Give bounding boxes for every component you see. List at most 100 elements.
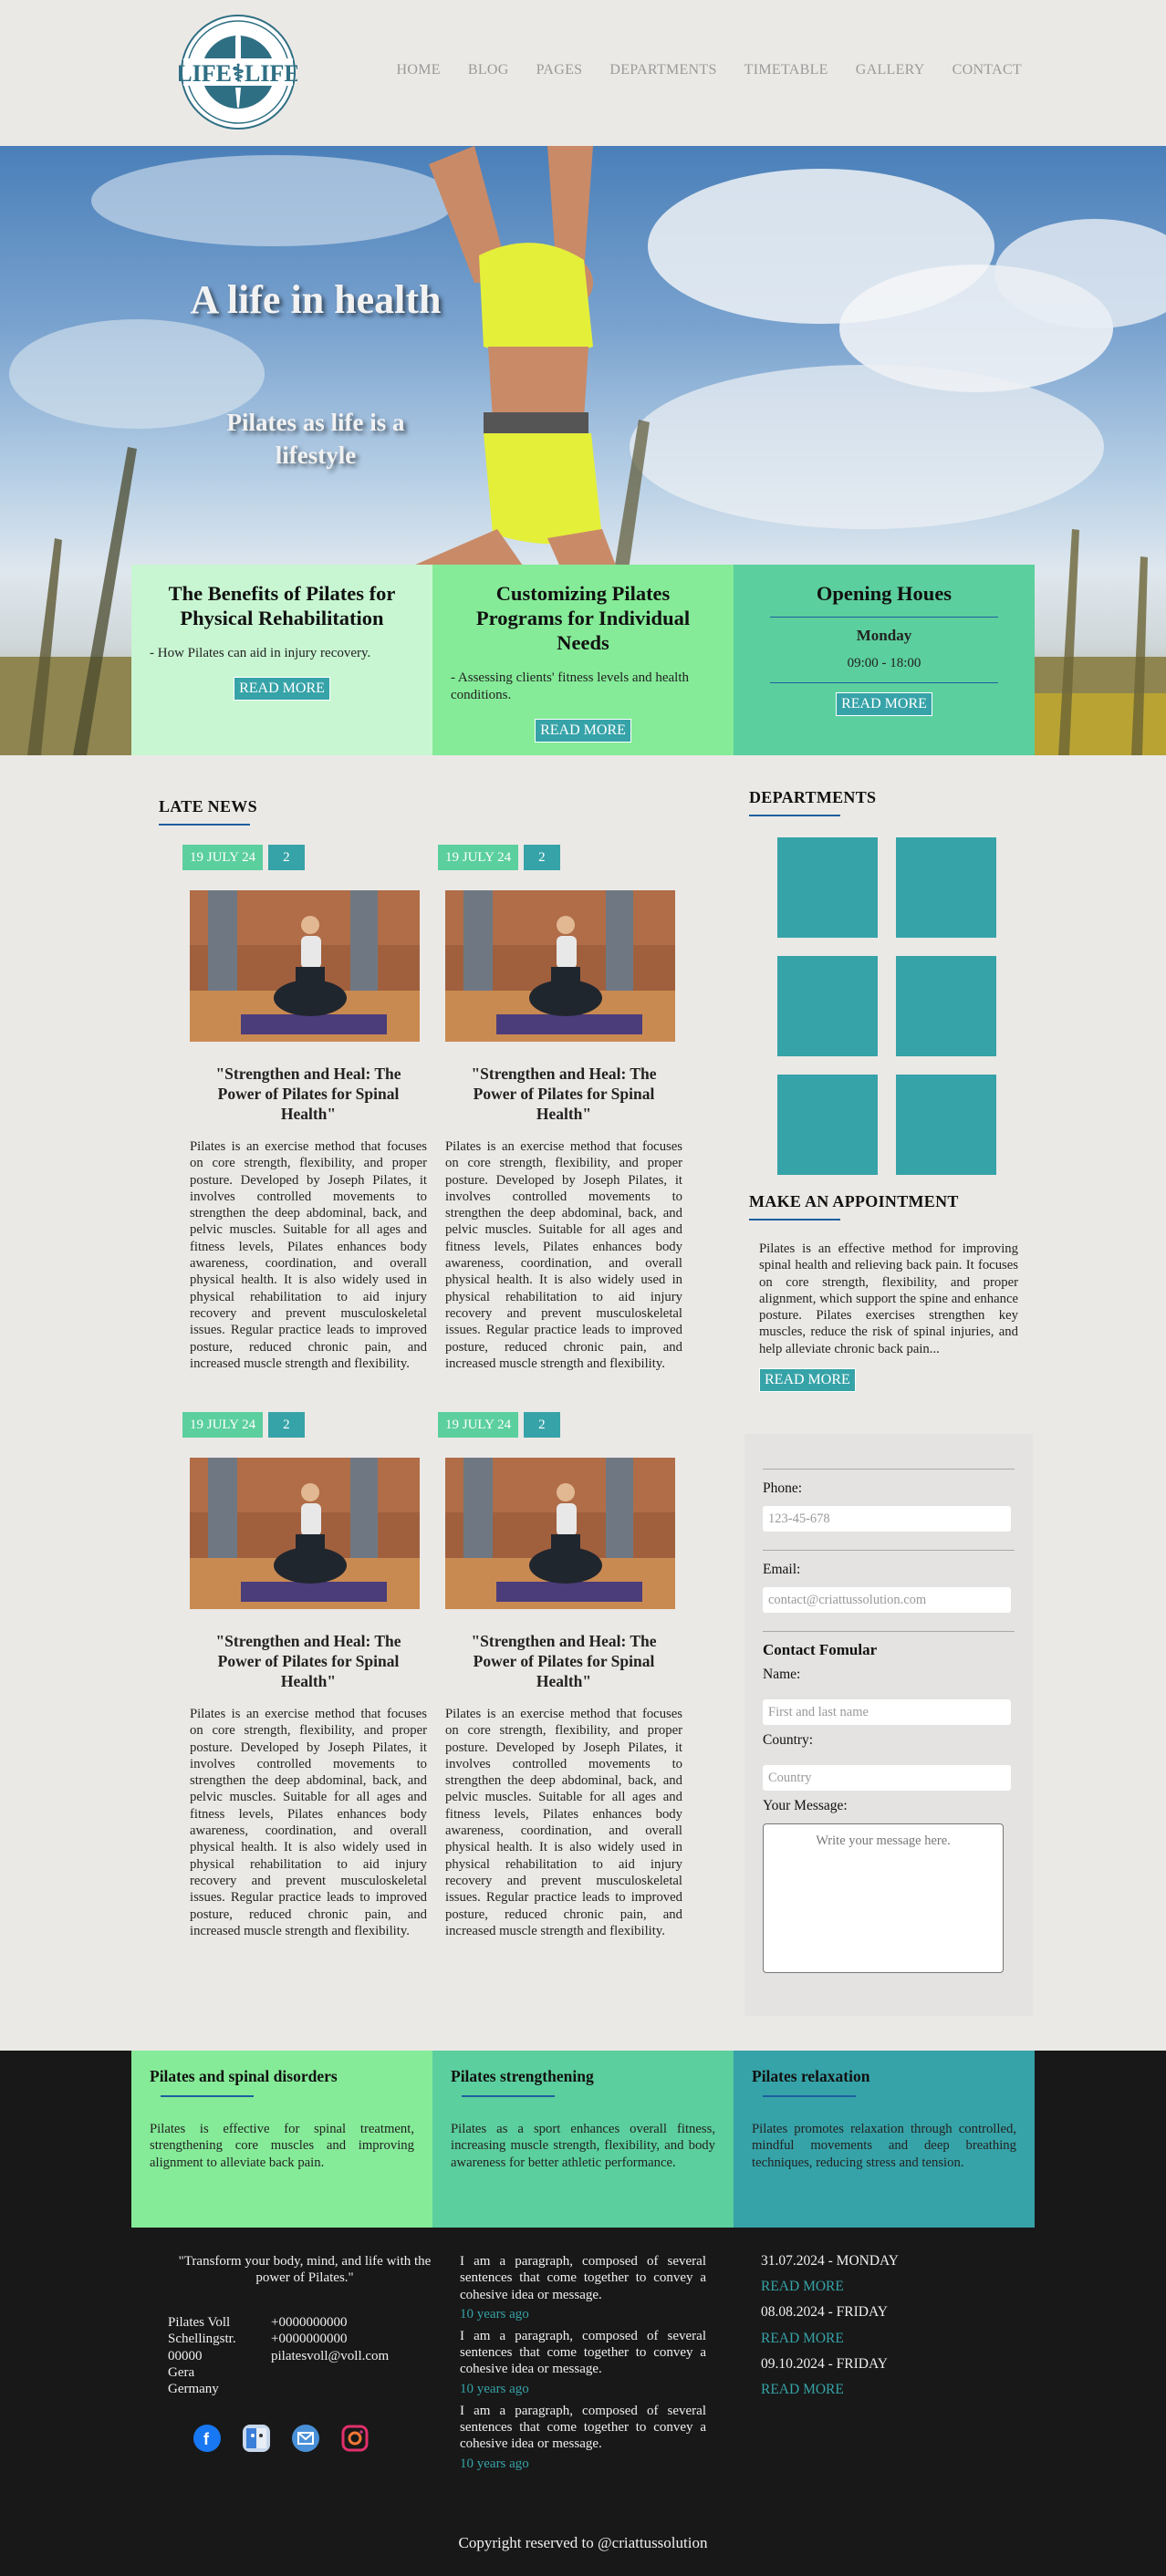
event-date: 08.08.2024 - FRIDAY: [761, 2304, 888, 2321]
event-read-more-link[interactable]: READ MORE: [761, 2279, 998, 2295]
event-read-more-link[interactable]: READ MORE: [761, 2382, 998, 2398]
news-card: 19 JULY 24 2 "Strengthen and Heal: The P…: [438, 1412, 682, 1939]
address-line: 00000: [168, 2348, 203, 2363]
footer-address: Pilates Voll Schellingstr. 00000 Gera Ge…: [168, 2314, 259, 2397]
address-line: Schellingstr.: [168, 2332, 236, 2347]
name-input[interactable]: First and last name: [763, 1699, 1011, 1725]
read-more-button[interactable]: READ MORE: [234, 677, 330, 701]
phone-input[interactable]: 123-45-678: [763, 1506, 1011, 1532]
message-label: Your Message:: [763, 1798, 848, 1813]
feature-title[interactable]: Pilates strengthening: [451, 2067, 715, 2086]
news-comment-count[interactable]: 2: [524, 1412, 560, 1438]
department-tile[interactable]: [777, 1075, 878, 1175]
name-label: Name:: [763, 1667, 801, 1682]
news-comment-count[interactable]: 2: [268, 1412, 305, 1438]
feature-box: Pilates and spinal disorders Pilates is …: [131, 2051, 432, 2228]
department-tile[interactable]: [777, 956, 878, 1056]
life-in-life-logo[interactable]: LIFE⚕LIFE: [176, 15, 300, 130]
phone-number[interactable]: +0000000000: [271, 2331, 435, 2347]
news-section-title: LATE NEWS: [159, 797, 257, 815]
news-body: Pilates is an exercise method that focus…: [190, 1139, 427, 1371]
footer-post-time[interactable]: 10 years ago: [460, 2307, 706, 2322]
news-card: 19 JULY 24 2 "Strengthen and Heal: The P…: [182, 845, 427, 1372]
event-read-more-link[interactable]: READ MORE: [761, 2331, 998, 2347]
nav-pages[interactable]: PAGES: [536, 62, 583, 78]
country-input[interactable]: Country: [763, 1765, 1011, 1791]
info-box-opening-hours: Opening Houes Monday 09:00 - 18:00 READ …: [734, 565, 1035, 755]
info-box-programs: Customizing Pilates Programs for Individ…: [432, 565, 734, 755]
message-textarea[interactable]: Write your message here.: [763, 1823, 1004, 1973]
instagram-icon[interactable]: [341, 2425, 369, 2452]
news-date-badge[interactable]: 19 JULY 24: [182, 845, 264, 870]
divider: [763, 1550, 1015, 1551]
contact-form-title: Contact Fomular: [763, 1641, 878, 1658]
finder-icon[interactable]: [243, 2425, 270, 2452]
news-photo[interactable]: [445, 1458, 675, 1609]
facebook-icon[interactable]: f: [193, 2425, 221, 2452]
news-meta: 19 JULY 24 2: [182, 845, 427, 870]
news-card: 19 JULY 24 2 "Strengthen and Heal: The P…: [182, 1412, 427, 1939]
nav-blog[interactable]: BLOG: [468, 62, 509, 78]
title-underline: [749, 815, 840, 816]
info-box-text: - Assessing clients' fitness levels and …: [451, 670, 689, 702]
news-meta: 19 JULY 24 2: [182, 1412, 427, 1438]
news-title[interactable]: "Strengthen and Heal: The Power of Pilat…: [445, 1631, 682, 1691]
svg-text:f: f: [203, 2430, 210, 2448]
feature-title[interactable]: Pilates and spinal disorders: [150, 2067, 414, 2086]
news-meta: 19 JULY 24 2: [438, 1412, 682, 1438]
email-label: Email:: [763, 1562, 801, 1577]
divider: [770, 617, 998, 618]
contact-form: Phone: 123-45-678 Email: contact@criattu…: [744, 1434, 1033, 2016]
footer-post-time[interactable]: 10 years ago: [460, 2457, 706, 2472]
news-date-badge[interactable]: 19 JULY 24: [182, 1412, 264, 1438]
nav-departments[interactable]: DEPARTMENTS: [609, 62, 716, 78]
title-underline: [749, 1219, 840, 1220]
footer-events: 31.07.2024 - MONDAY READ MORE 08.08.2024…: [761, 2253, 998, 2398]
nav-contact[interactable]: CONTACT: [953, 62, 1022, 78]
news-comment-count[interactable]: 2: [268, 845, 305, 870]
news-card: 19 JULY 24 2 "Strengthen and Heal: The P…: [438, 845, 682, 1372]
nav-home[interactable]: HOME: [397, 62, 441, 78]
read-more-button[interactable]: READ MORE: [535, 719, 631, 743]
email-input[interactable]: contact@criattussolution.com: [763, 1587, 1011, 1613]
news-photo[interactable]: [445, 890, 675, 1042]
country-label: Country:: [763, 1732, 814, 1748]
copyright-text: Copyright reserved to @criattussolution: [458, 2534, 708, 2551]
mail-icon[interactable]: [292, 2425, 319, 2452]
footer-posts: I am a paragraph, composed of several se…: [460, 2253, 706, 2472]
read-more-button[interactable]: READ MORE: [759, 1368, 856, 1393]
hero-subtitle: Pilates as life is a lifestyle: [226, 409, 405, 469]
news-date-badge[interactable]: 19 JULY 24: [438, 845, 519, 870]
feature-title[interactable]: Pilates relaxation: [752, 2067, 1016, 2086]
nav-timetable[interactable]: TIMETABLE: [744, 62, 828, 78]
info-box-text: - How Pilates can aid in injury recovery…: [150, 646, 371, 660]
news-photo[interactable]: [190, 1458, 420, 1609]
news-title[interactable]: "Strengthen and Heal: The Power of Pilat…: [190, 1631, 427, 1691]
site-header: LIFE⚕LIFE HOME BLOG PAGES DEPARTMENTS TI…: [0, 0, 1166, 146]
footer-post-time[interactable]: 10 years ago: [460, 2382, 706, 2397]
divider: [763, 1631, 1015, 1632]
news-title[interactable]: "Strengthen and Heal: The Power of Pilat…: [445, 1064, 682, 1124]
divider: [770, 682, 998, 683]
read-more-button[interactable]: READ MORE: [836, 692, 932, 716]
department-tile[interactable]: [777, 837, 878, 938]
opening-day: Monday: [856, 627, 912, 644]
news-body: Pilates is an exercise method that focus…: [190, 1707, 427, 1938]
news-photo[interactable]: [190, 890, 420, 1042]
nav-gallery[interactable]: GALLERY: [856, 62, 925, 78]
department-tile[interactable]: [896, 837, 996, 938]
news-comment-count[interactable]: 2: [524, 845, 560, 870]
event-date: 31.07.2024 - MONDAY: [761, 2253, 899, 2269]
address-line: Gera: [168, 2364, 195, 2380]
news-date-badge[interactable]: 19 JULY 24: [438, 1412, 519, 1438]
department-tile[interactable]: [896, 956, 996, 1056]
news-title[interactable]: "Strengthen and Heal: The Power of Pilat…: [190, 1064, 427, 1124]
phone-number[interactable]: +0000000000: [271, 2314, 435, 2331]
appointment-text: Pilates is an effective method for impro…: [759, 1241, 1018, 1356]
email-address[interactable]: pilatesvoll@voll.com: [271, 2348, 435, 2364]
event-date: 09.10.2024 - FRIDAY: [761, 2355, 888, 2372]
appointment-block: Pilates is an effective method for impro…: [746, 1241, 1031, 1393]
hero-title: A life in health: [190, 277, 442, 322]
department-tile[interactable]: [896, 1075, 996, 1175]
footer-post-text: I am a paragraph, composed of several se…: [460, 2254, 706, 2302]
